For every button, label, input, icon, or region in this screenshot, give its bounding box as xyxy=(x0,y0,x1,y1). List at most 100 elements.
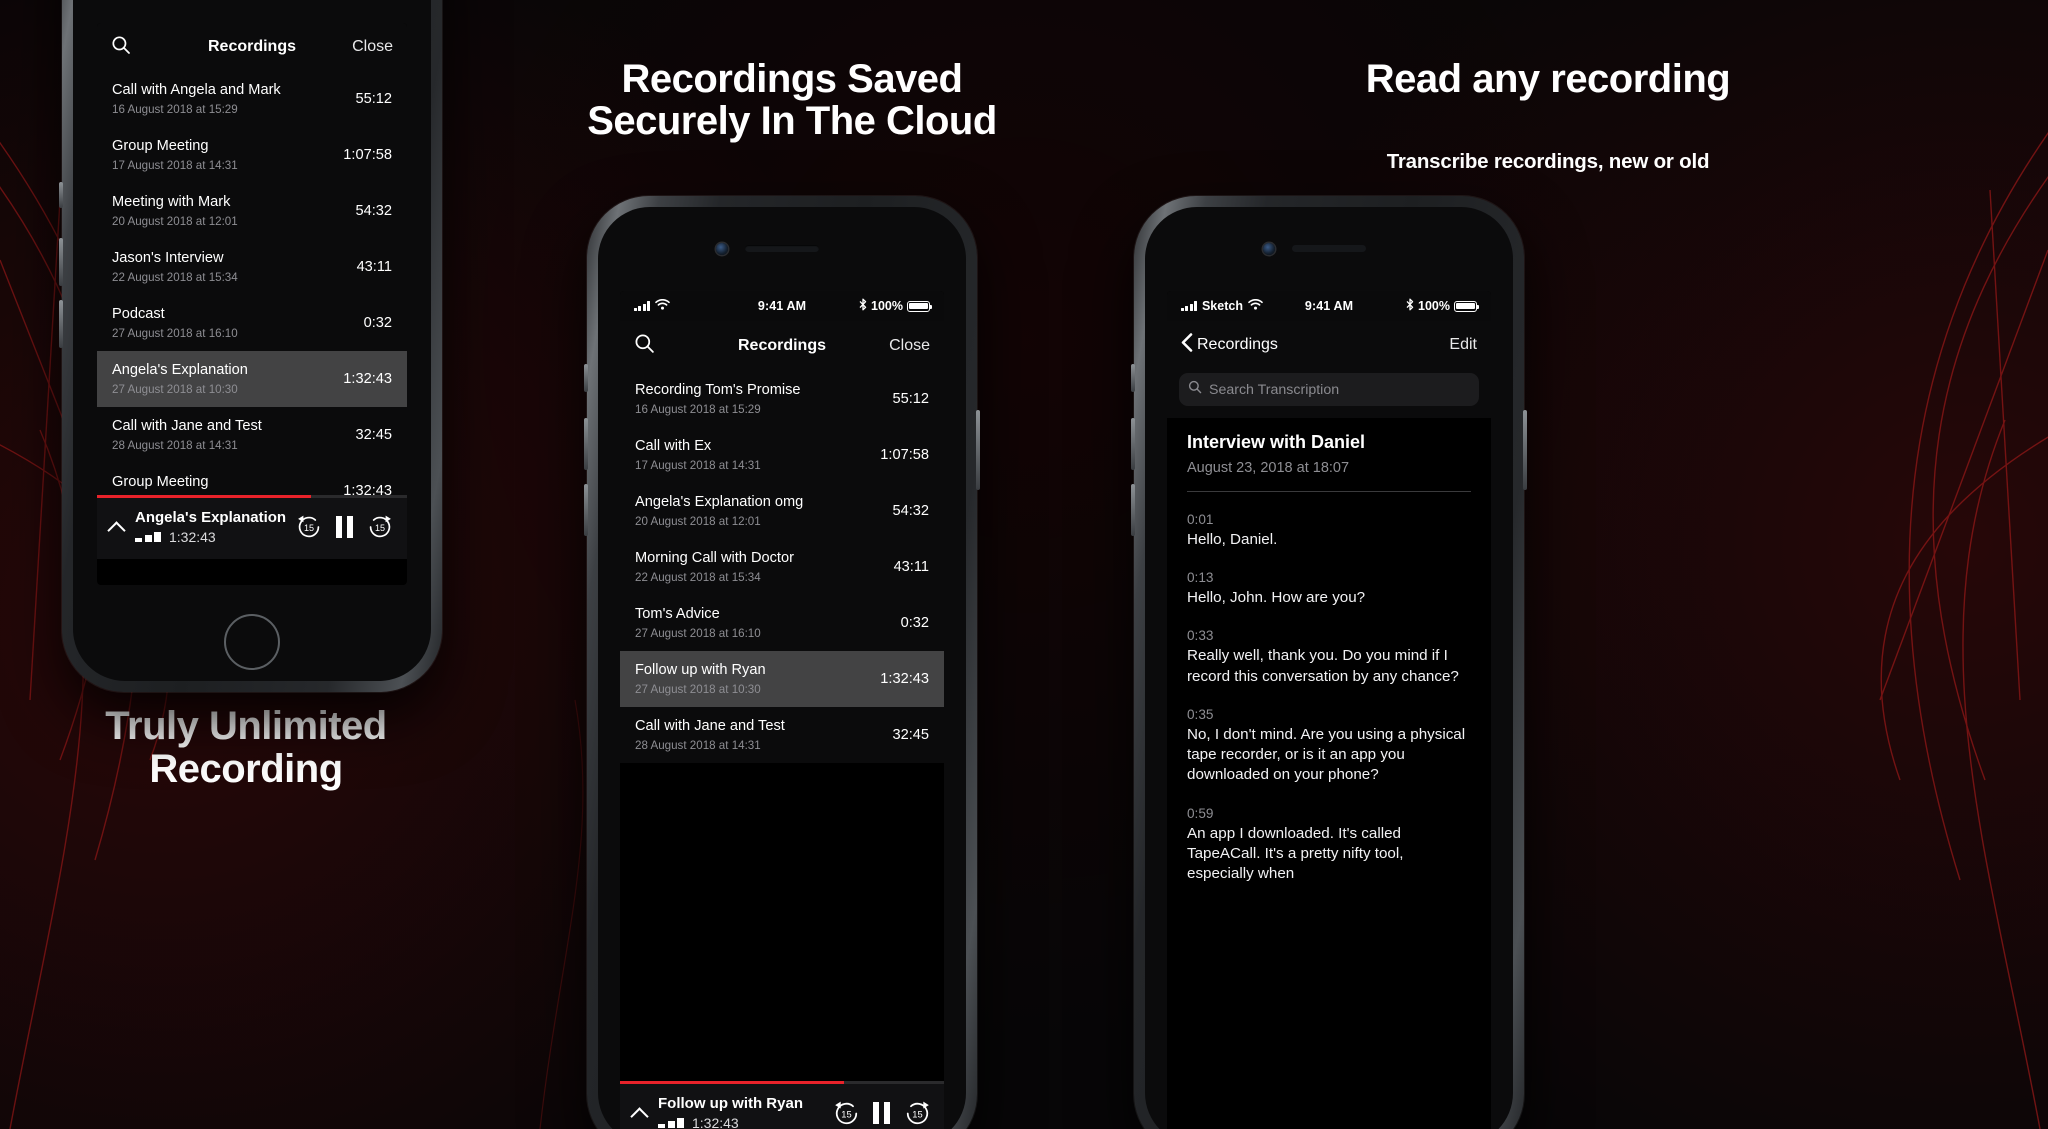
volume-up-button[interactable] xyxy=(59,238,63,286)
transcript-entry[interactable]: 0:35 No, I don't mind. Are you using a ph… xyxy=(1187,707,1471,786)
recording-title: Morning Call with Doctor xyxy=(635,550,794,567)
recording-date: 22 August 2018 at 15:34 xyxy=(635,570,761,584)
mute-switch[interactable] xyxy=(1131,364,1135,392)
wifi-icon xyxy=(1248,298,1263,313)
recording-date: 20 August 2018 at 12:01 xyxy=(635,514,761,528)
transcript-entry[interactable]: 0:01 Hello, Daniel. xyxy=(1187,512,1471,550)
recording-meta: Call with Angela and Mark 16 August 2018 … xyxy=(112,81,281,115)
skip-forward-label: 15 xyxy=(912,1110,922,1120)
table-row[interactable]: Call with Jane and Test 28 August 2018 at… xyxy=(97,407,407,463)
recording-duration: 1:32:43 xyxy=(880,670,929,687)
power-button[interactable] xyxy=(1523,410,1527,490)
left-recordings-list[interactable]: Call with Angela and Mark 16 August 2018 … xyxy=(97,71,407,519)
recording-duration: 32:45 xyxy=(355,426,392,443)
table-row[interactable]: Call with Angela and Mark 16 August 2018 … xyxy=(97,71,407,127)
table-row[interactable]: Morning Call with Doctor 22 August 2018 a… xyxy=(620,539,944,595)
skip-forward-15-icon[interactable]: 15 xyxy=(367,514,393,540)
volume-up-button[interactable] xyxy=(584,418,588,470)
mid-recordings-list[interactable]: Recording Tom's Promise 16 August 2018 at… xyxy=(620,371,944,763)
transcript-entry-list: 0:01 Hello, Daniel. 0:13 Hello, John. How a… xyxy=(1187,512,1471,884)
skip-back-15-icon[interactable]: 15 xyxy=(296,514,322,540)
recording-duration: 43:11 xyxy=(893,558,929,575)
table-row[interactable]: Recording Tom's Promise 16 August 2018 at… xyxy=(620,371,944,427)
recording-duration: 0:32 xyxy=(363,314,392,331)
skip-forward-15-icon[interactable]: 15 xyxy=(904,1100,930,1126)
recording-meta: Podcast 27 August 2018 at 16:10 xyxy=(112,305,238,339)
transcript-timestamp: 0:01 xyxy=(1187,512,1214,527)
home-button[interactable] xyxy=(224,614,280,670)
front-camera xyxy=(716,243,728,255)
pause-icon[interactable] xyxy=(873,1102,890,1124)
recording-title: Angela's Explanation xyxy=(112,362,248,379)
phone-frame-right: Sketch 9:41 AM 100% Recordings Edit Sear… xyxy=(1131,196,1527,1129)
cellular-signal-icon xyxy=(1181,301,1197,311)
transcript-entry[interactable]: 0:13 Hello, John. How are you? xyxy=(1187,570,1471,608)
recording-duration: 0:32 xyxy=(900,614,929,631)
table-row[interactable]: Follow up with Ryan 27 August 2018 at 10:… xyxy=(620,651,944,707)
table-row[interactable]: Jason's Interview 22 August 2018 at 15:34… xyxy=(97,239,407,295)
table-row[interactable]: Meeting with Mark 20 August 2018 at 12:01… xyxy=(97,183,407,239)
table-row[interactable]: Call with Ex 17 August 2018 at 14:31 1:07:… xyxy=(620,427,944,483)
volume-down-button[interactable] xyxy=(1131,484,1135,536)
chevron-up-icon[interactable] xyxy=(107,518,125,536)
bluetooth-icon xyxy=(1406,298,1414,314)
chevron-up-icon[interactable] xyxy=(630,1104,648,1122)
table-row[interactable]: Angela's Explanation omg 20 August 2018 a… xyxy=(620,483,944,539)
right-navbar: Recordings Edit xyxy=(1167,321,1491,369)
volume-down-button[interactable] xyxy=(59,300,63,348)
table-row[interactable]: Podcast 27 August 2018 at 16:10 0:32 xyxy=(97,295,407,351)
wifi-icon xyxy=(655,298,670,313)
table-row[interactable]: Group Meeting 17 August 2018 at 14:31 1:07… xyxy=(97,127,407,183)
volume-down-button[interactable] xyxy=(584,484,588,536)
skip-back-15-icon[interactable]: 15 xyxy=(833,1100,859,1126)
transcript-entry[interactable]: 0:59 An app I downloaded. It's called Tap… xyxy=(1187,806,1471,885)
transcript-text: No, I don't mind. Are you using a physic… xyxy=(1187,725,1466,784)
mid-battery-percent: 100% xyxy=(871,299,904,313)
left-close-button[interactable]: Close xyxy=(352,38,393,56)
subheadline-right: Transcribe recordings, new or old xyxy=(1386,150,1710,173)
table-row[interactable]: Tom's Advice 27 August 2018 at 16:10 0:32 xyxy=(620,595,944,651)
battery-icon xyxy=(907,300,933,312)
pause-icon[interactable] xyxy=(336,516,353,538)
right-battery-percent: 100% xyxy=(1418,299,1451,313)
recording-date: 27 August 2018 at 10:30 xyxy=(635,682,761,696)
table-row[interactable]: Call with Jane and Test 28 August 2018 at… xyxy=(620,707,944,763)
mid-status-time: 9:41 AM xyxy=(757,299,807,313)
left-mini-player[interactable]: Angela's Explanation 1:32:43 15 15 xyxy=(97,495,407,559)
back-button[interactable]: Recordings xyxy=(1181,333,1278,357)
power-button[interactable] xyxy=(976,410,980,490)
recording-meta: Call with Ex 17 August 2018 at 14:31 xyxy=(635,437,761,471)
mid-mini-player[interactable]: Follow up with Ryan 1:32:43 15 15 xyxy=(620,1081,944,1129)
recording-title: Call with Angela and Mark xyxy=(112,82,281,99)
mute-switch[interactable] xyxy=(584,364,588,392)
volume-up-button[interactable] xyxy=(1131,418,1135,470)
table-row[interactable]: Angela's Explanation 27 August 2018 at 10… xyxy=(97,351,407,407)
search-input[interactable]: Search Transcription xyxy=(1179,373,1479,406)
edit-button[interactable]: Edit xyxy=(1449,336,1477,354)
recording-date: 22 August 2018 at 15:34 xyxy=(112,270,238,284)
bluetooth-icon xyxy=(859,298,867,314)
recording-duration: 32:45 xyxy=(892,726,929,743)
recording-title: Group Meeting xyxy=(112,474,209,491)
mute-switch[interactable] xyxy=(59,182,63,208)
recording-title: Podcast xyxy=(112,306,165,323)
search-icon[interactable] xyxy=(111,35,131,60)
headline-middle: Recordings Saved Securely In The Cloud xyxy=(587,57,997,144)
promo-screenshot-canvas: Truly Unlimited Recording Recordings Clos… xyxy=(0,0,2048,1129)
mid-close-button[interactable]: Close xyxy=(889,337,930,355)
transcript-text: Really well, thank you. Do you mind if I… xyxy=(1187,647,1459,685)
transcript-panel[interactable]: Interview with Daniel August 23, 2018 at… xyxy=(1167,418,1491,885)
recording-duration: 54:32 xyxy=(892,502,929,519)
phone-right-screen: Sketch 9:41 AM 100% Recordings Edit Sear… xyxy=(1167,291,1491,1129)
recording-meta: Angela's Explanation omg 20 August 2018 a… xyxy=(635,493,803,527)
headline-left: Truly Unlimited Recording xyxy=(105,704,387,791)
search-icon xyxy=(1188,380,1202,399)
back-button-label: Recordings xyxy=(1197,336,1278,353)
recording-meta: Morning Call with Doctor 22 August 2018 a… xyxy=(635,549,794,583)
skip-forward-label: 15 xyxy=(375,523,385,533)
transcript-date: August 23, 2018 at 18:07 xyxy=(1187,460,1350,476)
search-icon[interactable] xyxy=(634,333,655,359)
recording-date: 28 August 2018 at 14:31 xyxy=(635,738,761,752)
transcript-entry[interactable]: 0:33 Really well, thank you. Do you mind … xyxy=(1187,628,1471,686)
recording-date: 17 August 2018 at 14:31 xyxy=(635,458,761,472)
